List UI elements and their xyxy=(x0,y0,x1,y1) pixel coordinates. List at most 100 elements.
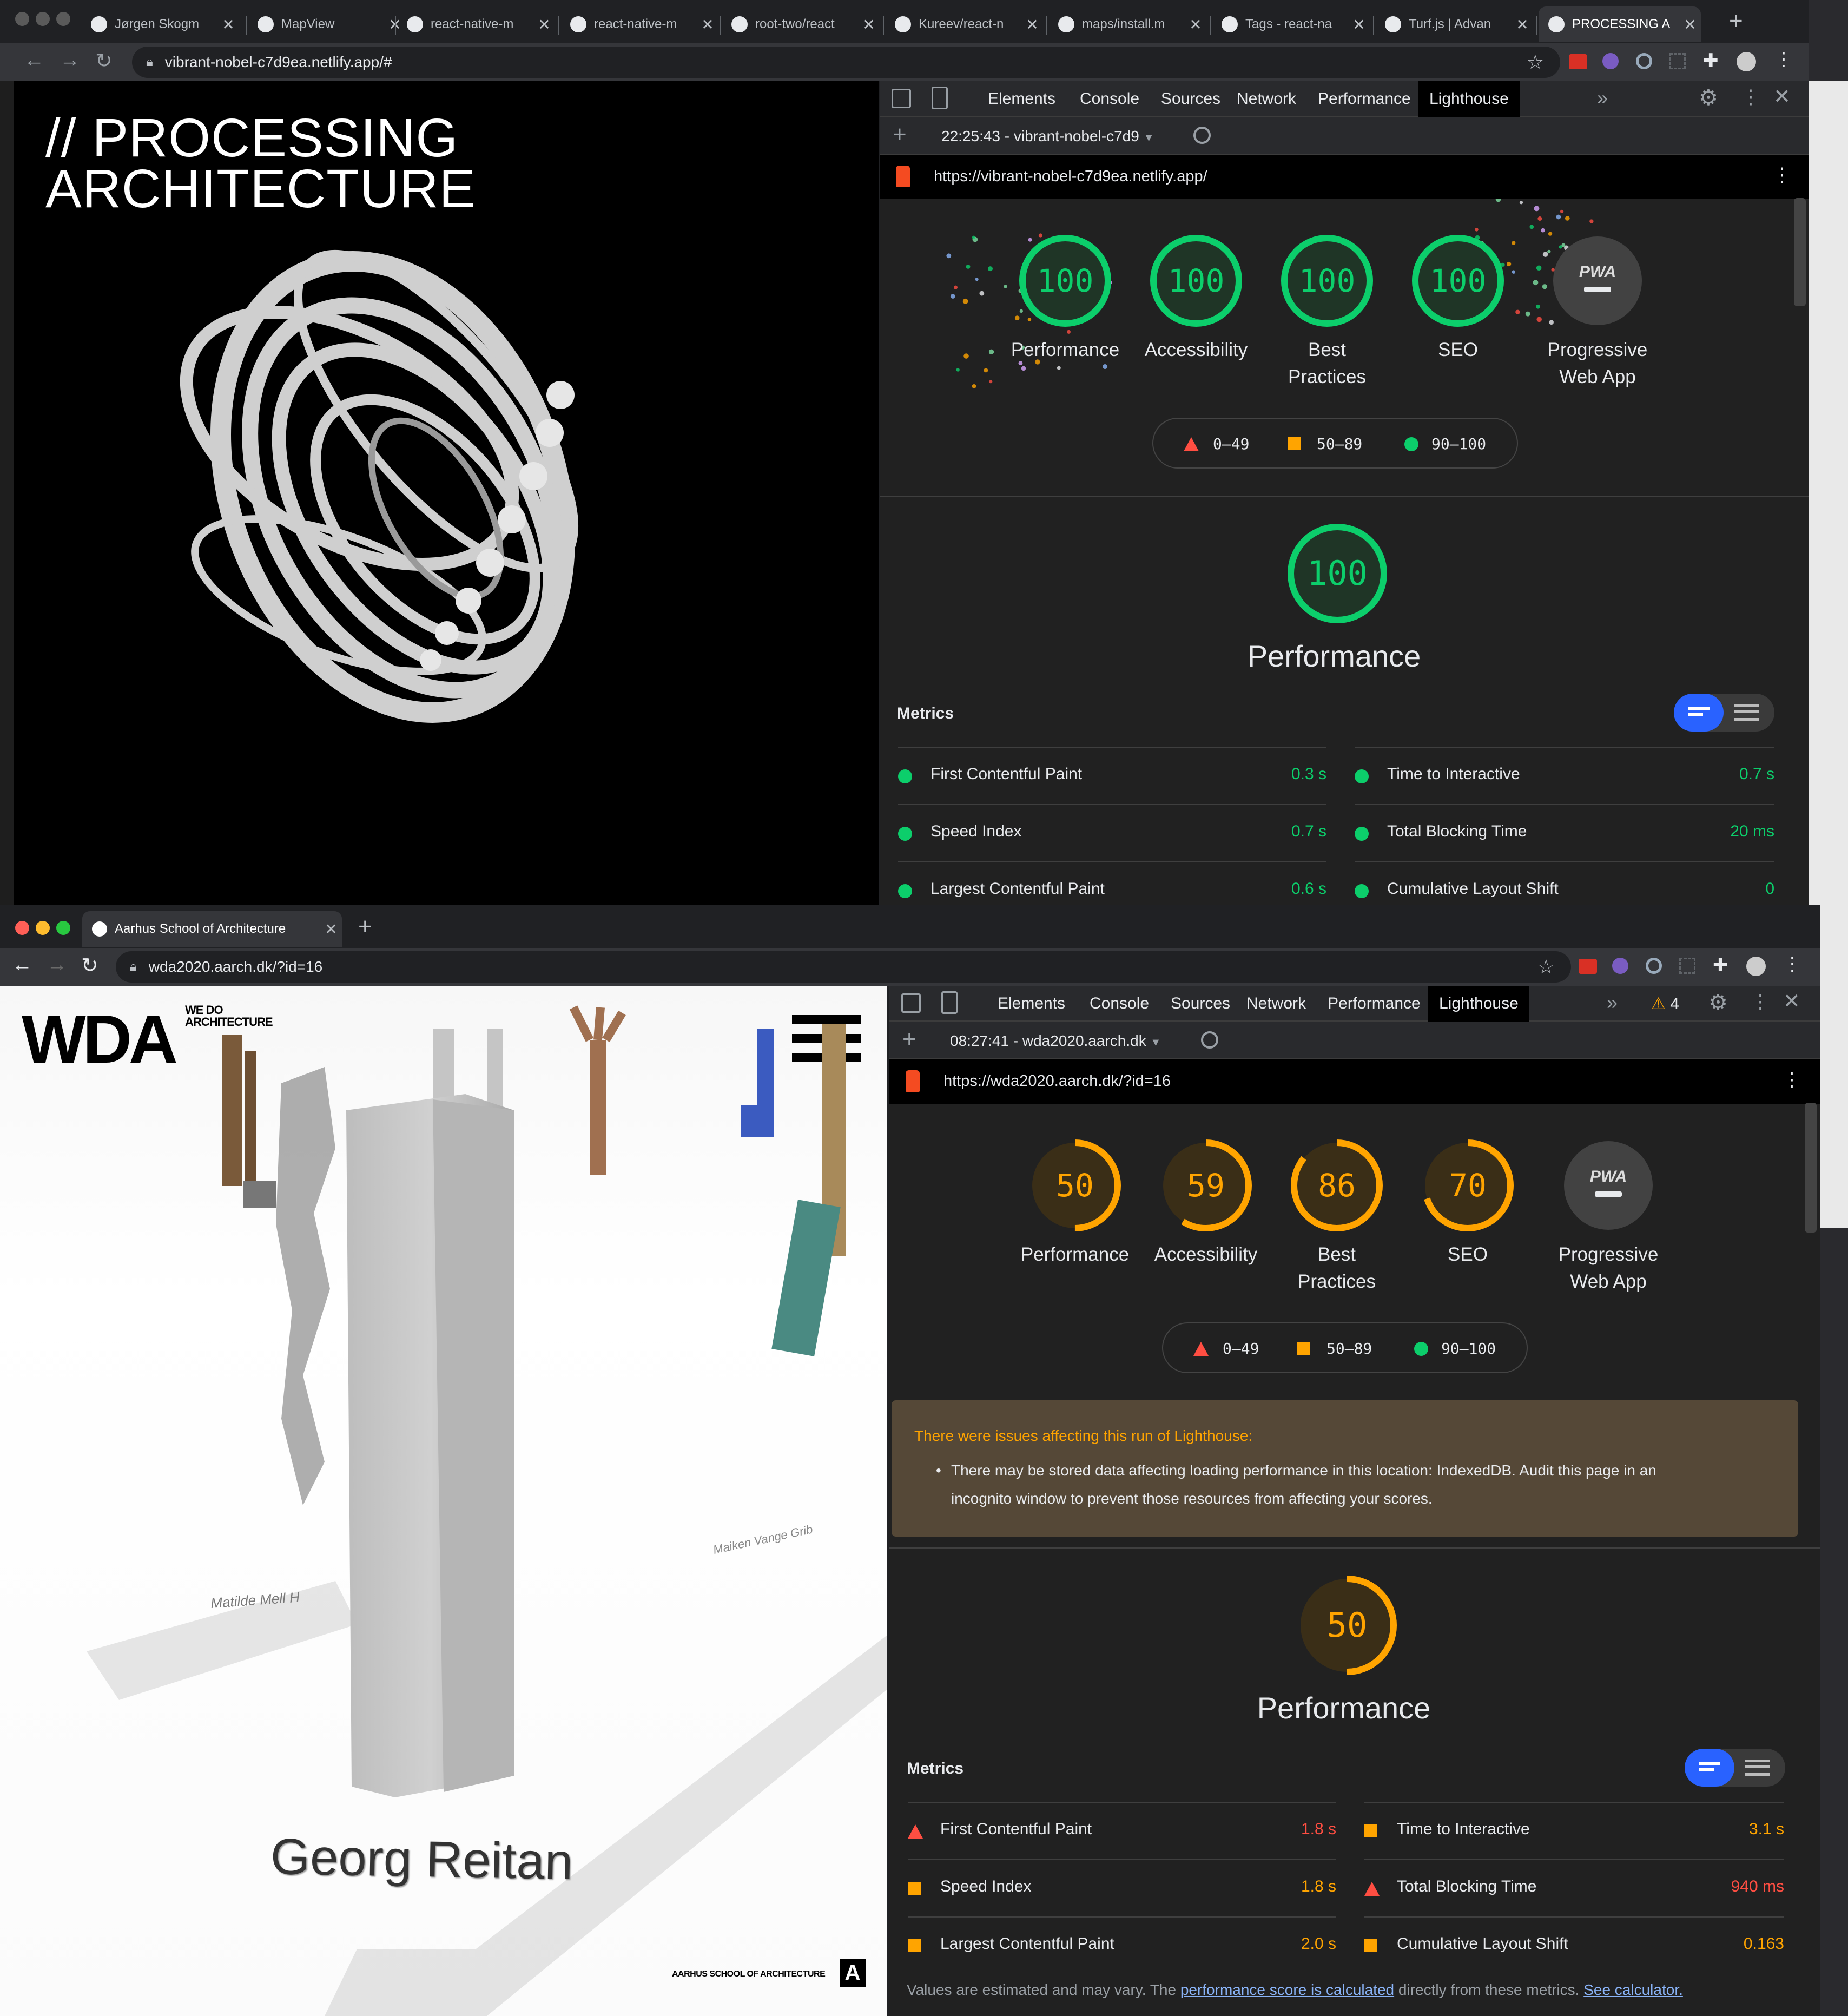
address-bar[interactable]: 🔒︎ wda2020.aarch.dk/?id=16 ☆ xyxy=(116,951,1571,983)
reload-icon[interactable]: ↻ xyxy=(95,49,113,73)
tab-6[interactable]: Kureev/react-n ✕ xyxy=(885,6,1043,42)
back-icon[interactable]: ← xyxy=(12,953,32,977)
tab-3[interactable]: react-native-m ✕ xyxy=(397,6,555,42)
toggle-compact-button[interactable] xyxy=(1685,1749,1734,1787)
metrics-view-toggle[interactable] xyxy=(1674,694,1774,732)
3d-ring-sculpture[interactable] xyxy=(111,184,761,887)
device-toolbar-icon[interactable] xyxy=(941,991,958,1014)
reload-icon[interactable]: ↻ xyxy=(81,953,98,978)
clear-report-icon[interactable] xyxy=(1193,127,1211,144)
devtools-tab-console[interactable]: Console xyxy=(1080,81,1139,117)
report-url[interactable]: https://wda2020.aarch.dk/?id=16 xyxy=(943,1072,1171,1090)
ext-redux-icon[interactable] xyxy=(1602,53,1619,69)
tab-close-icon[interactable]: ✕ xyxy=(858,16,880,34)
extension-icons[interactable]: ✚ ⋮ xyxy=(1569,49,1796,74)
forward-icon[interactable]: → xyxy=(47,953,67,977)
minimize-window-dot[interactable] xyxy=(36,921,50,935)
tab-close-icon[interactable]: ✕ xyxy=(1185,16,1206,34)
extensions-puzzle-icon[interactable]: ✚ xyxy=(1703,50,1719,71)
devtools-tab-elements[interactable]: Elements xyxy=(998,986,1065,1022)
extensions-puzzle-icon[interactable]: ✚ xyxy=(1713,954,1728,976)
minimize-window-dot[interactable] xyxy=(36,12,50,26)
tab-10[interactable]: PROCESSING A ✕ xyxy=(1539,6,1701,42)
devtools-scrollbar[interactable] xyxy=(1805,1103,1817,1233)
tab-close-icon[interactable]: ✕ xyxy=(217,16,239,34)
bookmark-star-icon[interactable]: ☆ xyxy=(1527,51,1544,74)
devtools-tab-network[interactable]: Network xyxy=(1246,986,1306,1022)
tab-close-icon[interactable]: ✕ xyxy=(1348,16,1370,34)
ext-circle-icon[interactable] xyxy=(1646,958,1662,974)
devtools-tab-sources[interactable]: Sources xyxy=(1161,81,1220,117)
report-url[interactable]: https://vibrant-nobel-c7d9ea.netlify.app… xyxy=(934,168,1207,186)
ext-dashed-icon[interactable] xyxy=(1679,958,1695,974)
devtools-tab-network[interactable]: Network xyxy=(1237,81,1296,117)
ext-dashed-icon[interactable] xyxy=(1669,53,1686,69)
devtools-tab-lighthouse[interactable]: Lighthouse xyxy=(1428,986,1529,1022)
ext-circle-icon[interactable] xyxy=(1636,53,1652,69)
tab-close-icon[interactable]: ✕ xyxy=(1679,16,1701,34)
new-report-plus-icon[interactable]: + xyxy=(902,1026,916,1053)
warnings-counter[interactable]: ⚠ 4 xyxy=(1651,994,1679,1013)
score-gauge-best[interactable]: 86 xyxy=(1291,1139,1383,1231)
more-tabs-icon[interactable]: » xyxy=(1597,87,1608,109)
address-bar[interactable]: 🔒︎ vibrant-nobel-c7d9ea.netlify.app/# ☆ xyxy=(132,47,1560,78)
ext-redux-icon[interactable] xyxy=(1612,958,1628,974)
toggle-expanded-button[interactable] xyxy=(1734,704,1759,721)
report-selector[interactable]: 22:25:43 - vibrant-nobel-c7d9 ▼ xyxy=(941,128,1154,145)
devtools-settings-gear-icon[interactable]: ⚙ xyxy=(1708,990,1728,1015)
tab-2[interactable]: MapView✕ xyxy=(248,6,406,42)
report-selector[interactable]: 08:27:41 - wda2020.aarch.dk ▼ xyxy=(950,1032,1161,1050)
score-gauge-accessibility[interactable]: 100 xyxy=(1150,235,1242,327)
devtools-more-icon[interactable]: ⋮ xyxy=(1741,85,1760,108)
score-gauge-best[interactable]: 100 xyxy=(1281,235,1373,327)
report-menu-icon[interactable]: ⋮ xyxy=(1782,1068,1801,1091)
new-tab-button[interactable]: + xyxy=(1729,8,1743,35)
zoom-window-dot[interactable] xyxy=(56,12,70,26)
tab-5[interactable]: root-two/react ✕ xyxy=(722,6,880,42)
inspect-element-icon[interactable] xyxy=(892,89,911,108)
ext-red-icon[interactable] xyxy=(1579,959,1597,974)
tab-aarhus[interactable]: Aarhus School of Architecture ✕ xyxy=(82,911,342,947)
new-report-plus-icon[interactable]: + xyxy=(893,121,907,148)
devtools-tab-sources[interactable]: Sources xyxy=(1171,986,1230,1022)
score-gauge-seo[interactable]: 100 xyxy=(1412,235,1504,327)
score-gauge-performance[interactable]: 50 xyxy=(1029,1139,1121,1231)
forward-icon[interactable]: → xyxy=(60,49,80,72)
tab-1[interactable]: Jørgen Skogm ✕ xyxy=(81,6,239,42)
tab-8[interactable]: Tags - react-na ✕ xyxy=(1212,6,1370,42)
chrome-menu-icon[interactable]: ⋮ xyxy=(1774,49,1793,70)
devtools-close-icon[interactable]: ✕ xyxy=(1783,989,1800,1013)
school-logo-icon[interactable]: A xyxy=(840,1959,866,1987)
new-tab-button[interactable]: + xyxy=(358,913,372,940)
close-window-dot[interactable] xyxy=(15,921,29,935)
chrome-menu-icon[interactable]: ⋮ xyxy=(1783,953,1801,975)
tab-close-icon[interactable]: ✕ xyxy=(697,16,718,34)
extension-icons[interactable]: ✚ ⋮ xyxy=(1579,954,1806,978)
toggle-compact-button[interactable] xyxy=(1674,694,1724,732)
devtools-tab-lighthouse[interactable]: Lighthouse xyxy=(1418,81,1520,117)
devtools-tab-elements[interactable]: Elements xyxy=(988,81,1055,117)
score-gauge-accessibility[interactable]: 59 xyxy=(1160,1139,1252,1231)
score-calculated-link[interactable]: performance score is calculated xyxy=(1180,1981,1394,1998)
pwa-badge[interactable]: PWA xyxy=(1552,235,1644,327)
device-toolbar-icon[interactable] xyxy=(932,87,948,109)
score-gauge-performance[interactable]: 100 xyxy=(1019,235,1111,327)
tab-close-icon[interactable]: ✕ xyxy=(533,16,555,34)
inspect-element-icon[interactable] xyxy=(901,993,921,1013)
devtools-tab-console[interactable]: Console xyxy=(1090,986,1149,1022)
devtools-close-icon[interactable]: ✕ xyxy=(1773,84,1791,109)
metrics-view-toggle[interactable] xyxy=(1685,1749,1785,1787)
zoom-window-dot[interactable] xyxy=(56,921,70,935)
tab-4[interactable]: react-native-m ✕ xyxy=(560,6,718,42)
devtools-tab-performance[interactable]: Performance xyxy=(1318,81,1411,117)
devtools-scrollbar[interactable] xyxy=(1794,198,1806,306)
tab-7[interactable]: maps/install.m ✕ xyxy=(1048,6,1206,42)
tab-close-icon[interactable]: ✕ xyxy=(320,920,342,938)
clear-report-icon[interactable] xyxy=(1201,1031,1218,1049)
devtools-tab-performance[interactable]: Performance xyxy=(1328,986,1421,1022)
score-gauge-seo[interactable]: 70 xyxy=(1422,1139,1514,1231)
tab-close-icon[interactable]: ✕ xyxy=(1021,16,1043,34)
report-menu-icon[interactable]: ⋮ xyxy=(1772,163,1792,186)
back-icon[interactable]: ← xyxy=(24,49,44,72)
see-calculator-link[interactable]: See calculator. xyxy=(1583,1981,1683,1998)
